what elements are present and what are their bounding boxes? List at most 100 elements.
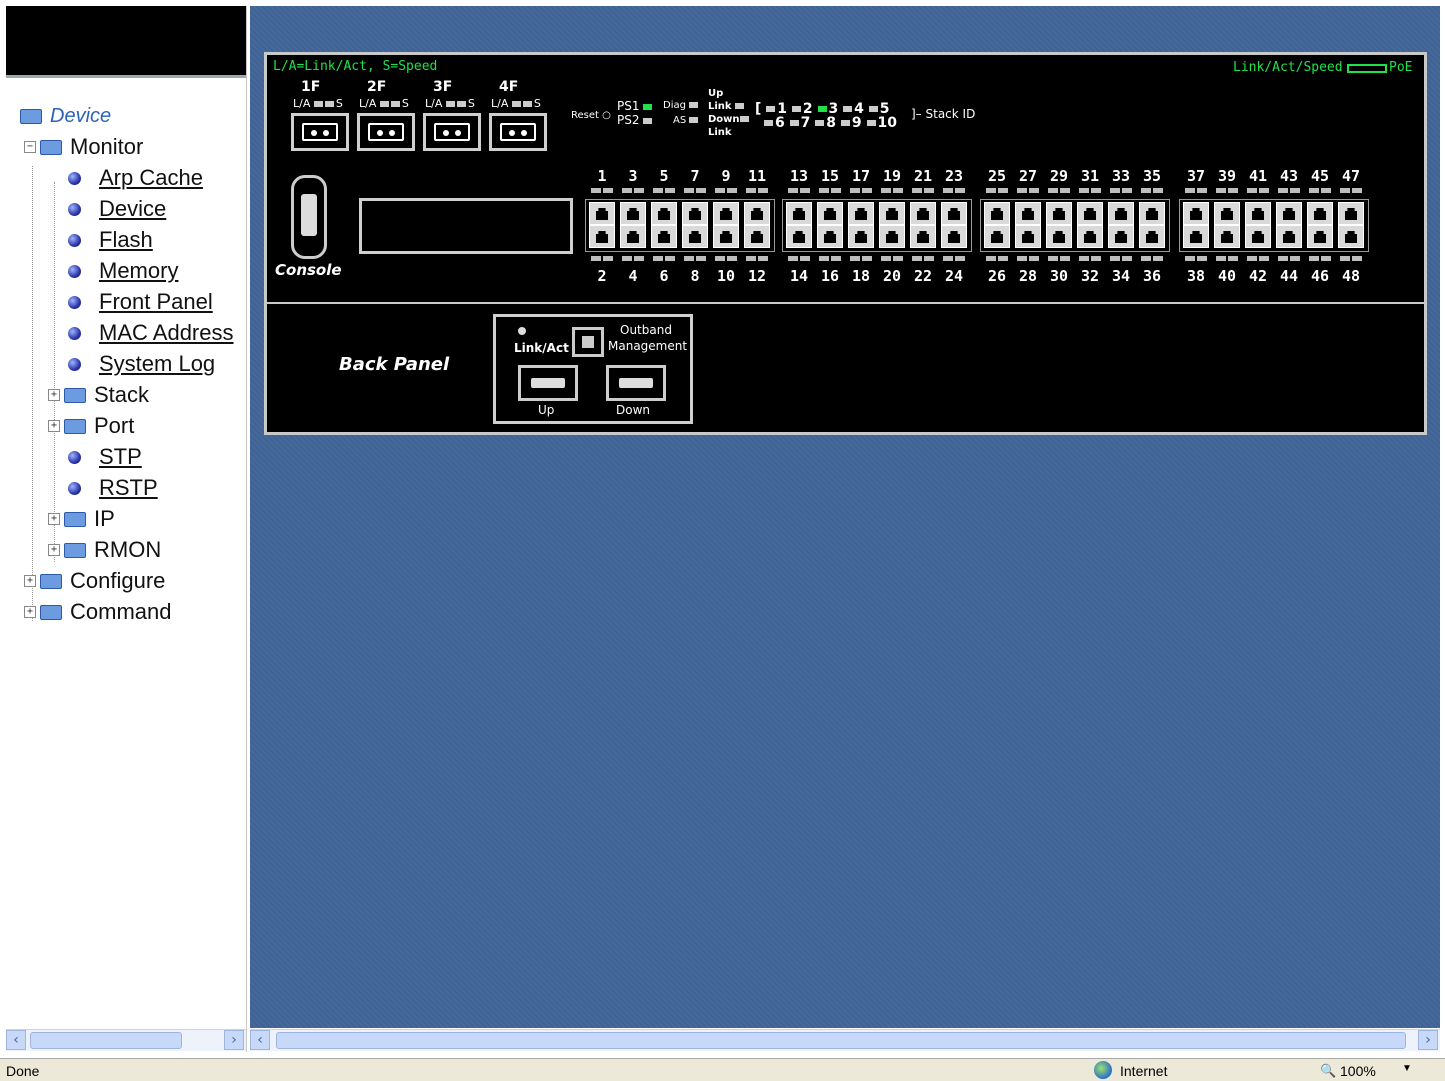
tree-node-configure[interactable]: + Configure [24,567,165,595]
port-led [1110,256,1120,261]
port-led [634,256,644,261]
bullet-icon [68,233,81,247]
scroll-thumb[interactable] [30,1032,182,1049]
port-led [800,188,810,193]
tree-link-front-panel[interactable]: Front Panel [68,288,213,316]
port-led [1185,188,1195,193]
tree-link-memory[interactable]: Memory [68,257,178,285]
expand-icon[interactable]: + [24,575,36,587]
scroll-right-icon[interactable]: › [224,1030,244,1050]
sfp-sub-3: L/A S [425,97,475,110]
outband-port-icon[interactable] [572,327,604,357]
bullet-icon [68,481,81,495]
port-number-bottom: 12 [747,267,767,285]
tree-link-system-log[interactable]: System Log [68,350,215,378]
port-led [819,188,829,193]
port-number-top: 1 [597,167,607,185]
port-led [684,256,694,261]
up-label: Up [708,88,724,99]
console-label: Console [275,261,342,279]
up-port-label: Up [538,403,555,417]
port-led [1029,256,1039,261]
zoom-dropdown-icon[interactable]: ▼ [1402,1063,1412,1074]
port-number-top: 31 [1080,167,1100,185]
sfp-port-4[interactable] [489,113,547,151]
port-number-top: 9 [721,167,731,185]
tree-link-stp[interactable]: STP [68,443,142,471]
console-port-icon[interactable] [291,175,327,259]
bullet-icon [68,357,81,371]
tree-node-stack[interactable]: + Stack [48,381,149,409]
collapse-icon[interactable]: − [24,141,36,153]
port-number-bottom: 36 [1142,267,1162,285]
reset-label: Reset ○ [571,110,611,121]
expand-icon[interactable]: + [48,544,60,556]
port-number-top: 27 [1018,167,1038,185]
folder-icon [64,418,86,434]
sfp-sub-4: L/A S [491,97,541,110]
stack-up-port-icon[interactable] [518,365,578,401]
poe-connector-icon [1347,64,1387,73]
port-number-bottom: 4 [628,267,638,285]
port-led [998,256,1008,261]
link-label: Link [708,101,746,112]
legend-poe: PoE [1389,60,1413,75]
port-number-bottom: 34 [1111,267,1131,285]
scroll-left-icon[interactable]: ‹ [250,1030,270,1050]
port-led [986,188,996,193]
down-port-label: Down [616,403,651,417]
port-led [943,188,953,193]
zoom-icon[interactable]: 🔍 [1320,1063,1336,1079]
sfp-label-1: 1F [301,79,321,95]
port-number-top: 3 [628,167,638,185]
link-act-label: Link/Act [514,341,569,355]
expand-icon[interactable]: + [24,606,36,618]
tree-link-mac-address[interactable]: MAC Address [68,319,234,347]
tree-link-rstp[interactable]: RSTP [68,474,158,502]
port-led [1309,256,1319,261]
port-led [893,256,903,261]
stack-down-port-icon[interactable] [606,365,666,401]
zoom-level[interactable]: 100% [1340,1063,1376,1079]
tree-link-flash[interactable]: Flash [68,226,153,254]
scroll-right-icon[interactable]: › [1418,1030,1438,1050]
tree-node-port[interactable]: + Port [48,412,134,440]
folder-icon [40,604,62,620]
port-led [1141,188,1151,193]
port-led [850,188,860,193]
tree-node-device[interactable]: Device [20,102,111,130]
sfp-port-2[interactable] [357,113,415,151]
port-number-top: 5 [659,167,669,185]
tree-link-device[interactable]: Device [68,195,166,223]
port-number-top: 41 [1248,167,1268,185]
expand-icon[interactable]: + [48,389,60,401]
left-h-scrollbar[interactable]: ‹ › [6,1029,246,1051]
ps1-label: PS1 [617,99,654,113]
port-led [998,188,1008,193]
main-h-scrollbar[interactable]: ‹ › [250,1029,1440,1051]
scroll-left-icon[interactable]: ‹ [6,1030,26,1050]
stack-id-label: ]– Stack ID [911,107,976,121]
tree-node-ip[interactable]: + IP [48,505,115,533]
tree-link-arp-cache[interactable]: Arp Cache [68,164,203,192]
sfp-port-3[interactable] [423,113,481,151]
port-number-bottom: 44 [1279,267,1299,285]
left-frame: Device − Monitor Arp Cache Device Flash … [6,6,247,1052]
port-led [955,256,965,261]
port-number-bottom: 18 [851,267,871,285]
expand-icon[interactable]: + [48,420,60,432]
bullet-icon [68,295,81,309]
port-group [782,199,972,252]
port-led [850,256,860,261]
tree-node-monitor[interactable]: − Monitor [24,133,143,161]
port-led [955,188,965,193]
logo-area [6,6,246,78]
tree-node-rmon[interactable]: + RMON [48,536,161,564]
expand-icon[interactable]: + [48,513,60,525]
scroll-thumb[interactable] [276,1032,1406,1049]
port-led [1091,256,1101,261]
sfp-port-1[interactable] [291,113,349,151]
port-led [1290,256,1300,261]
port-led [634,188,644,193]
tree-node-command[interactable]: + Command [24,598,171,626]
